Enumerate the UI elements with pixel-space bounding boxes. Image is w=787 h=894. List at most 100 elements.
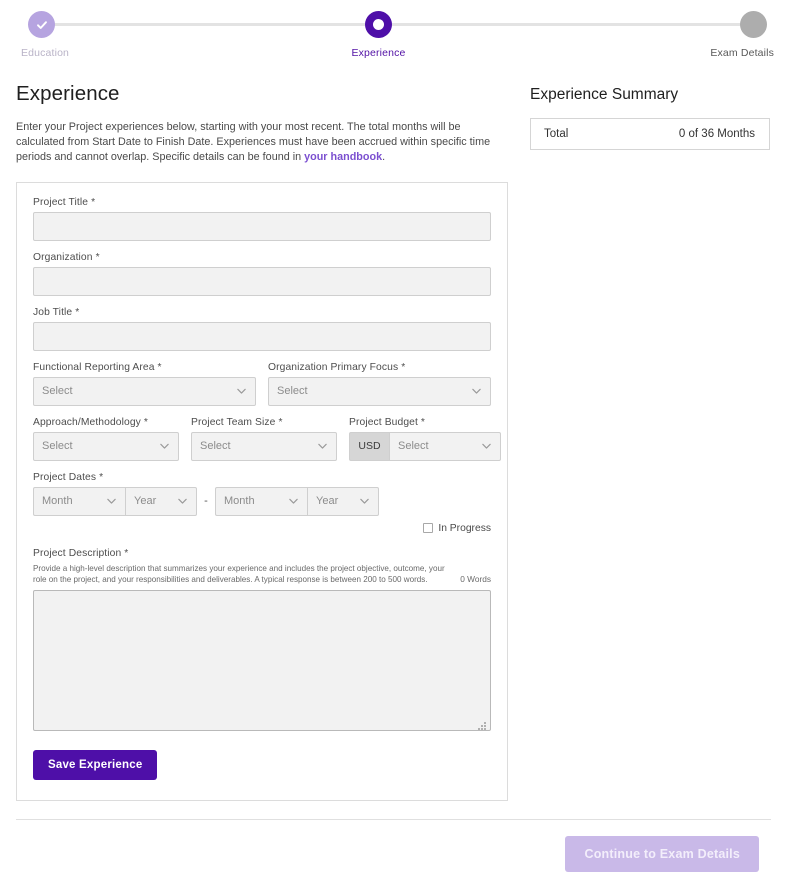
save-experience-button[interactable]: Save Experience xyxy=(33,750,157,780)
word-count: 0 Words xyxy=(460,574,491,585)
required-marker: * xyxy=(278,417,282,428)
label-job-title-text: Job Title xyxy=(33,307,72,318)
field-job-title: Job Title * xyxy=(33,307,491,351)
label-organization-primary-focus: Organization Primary Focus * xyxy=(268,362,491,373)
project-description-textarea-wrap xyxy=(33,590,491,731)
chevron-down-icon xyxy=(106,496,117,507)
currency-prefix-usd: USD xyxy=(349,432,389,461)
label-functional-reporting-area-text: Functional Reporting Area xyxy=(33,362,155,373)
intro-text-after-link: . xyxy=(382,151,385,163)
label-approach-methodology: Approach/Methodology * xyxy=(33,417,179,428)
required-marker: * xyxy=(75,307,79,318)
page-title: Experience xyxy=(16,82,508,106)
start-date-group: Month Year xyxy=(33,487,197,516)
project-description-textarea[interactable] xyxy=(33,590,491,731)
label-job-title: Job Title * xyxy=(33,307,491,318)
label-project-team-size: Project Team Size * xyxy=(191,417,337,428)
chevron-down-icon xyxy=(159,441,170,452)
required-marker: * xyxy=(158,362,162,373)
in-progress-label: In Progress xyxy=(438,523,491,534)
field-project-description: Project Description * Provide a high-lev… xyxy=(33,548,491,731)
label-functional-reporting-area: Functional Reporting Area * xyxy=(33,362,256,373)
page-intro-text: Enter your Project experiences below, st… xyxy=(16,120,508,166)
chevron-down-icon xyxy=(481,441,492,452)
step-exam-details[interactable]: Exam Details xyxy=(643,0,773,59)
job-title-input[interactable] xyxy=(33,322,491,351)
organization-input[interactable] xyxy=(33,267,491,296)
organization-primary-focus-value: Select xyxy=(277,385,308,397)
summary-total-label: Total xyxy=(544,128,568,140)
step-label-exam-details: Exam Details xyxy=(710,47,774,59)
row-reporting-focus: Functional Reporting Area * Select Organ… xyxy=(33,362,491,406)
resize-handle-icon[interactable] xyxy=(478,718,487,727)
label-project-title: Project Title * xyxy=(33,197,491,208)
chevron-down-icon xyxy=(317,441,328,452)
step-label-education: Education xyxy=(21,47,69,59)
label-organization-text: Organization xyxy=(33,252,93,263)
in-progress-checkbox[interactable] xyxy=(423,523,433,533)
project-dates-controls: Month Year - xyxy=(33,487,491,516)
current-step-dot-icon xyxy=(365,11,392,38)
summary-total-value: 0 of 36 Months xyxy=(679,128,755,140)
in-progress-row[interactable]: In Progress xyxy=(33,523,491,534)
field-approach-methodology: Approach/Methodology * Select xyxy=(33,417,179,461)
project-description-help-text: Provide a high-level description that su… xyxy=(33,564,445,584)
project-team-size-select[interactable]: Select xyxy=(191,432,337,461)
project-budget-group: USD Select xyxy=(349,432,501,461)
required-marker: * xyxy=(96,252,100,263)
functional-reporting-area-select[interactable]: Select xyxy=(33,377,256,406)
label-organization-primary-focus-text: Organization Primary Focus xyxy=(268,362,398,373)
label-project-dates-text: Project Dates xyxy=(33,472,96,483)
experience-summary-panel: Experience Summary Total 0 of 36 Months xyxy=(530,82,770,801)
start-month-select[interactable]: Month xyxy=(33,487,125,516)
project-description-help: Provide a high-level description that su… xyxy=(33,563,491,585)
field-organization: Organization * xyxy=(33,252,491,296)
page-footer: Continue to Exam Details xyxy=(0,819,787,894)
organization-primary-focus-select[interactable]: Select xyxy=(268,377,491,406)
row-approach-team-budget: Approach/Methodology * Select Project Te… xyxy=(33,417,491,461)
date-range-separator: - xyxy=(197,495,215,507)
step-education[interactable]: Education xyxy=(14,0,114,59)
required-marker: * xyxy=(91,197,95,208)
approach-methodology-select[interactable]: Select xyxy=(33,432,179,461)
pending-step-dot-icon xyxy=(740,11,767,38)
label-approach-methodology-text: Approach/Methodology xyxy=(33,417,141,428)
end-date-group: Month Year xyxy=(215,487,379,516)
required-marker: * xyxy=(421,417,425,428)
check-icon xyxy=(28,11,55,38)
label-project-budget-text: Project Budget xyxy=(349,417,418,428)
end-month-select[interactable]: Month xyxy=(215,487,307,516)
end-year-select[interactable]: Year xyxy=(307,487,379,516)
handbook-link[interactable]: your handbook xyxy=(304,151,382,163)
required-marker: * xyxy=(124,548,128,559)
project-budget-select[interactable]: Select xyxy=(389,432,501,461)
label-organization: Organization * xyxy=(33,252,491,263)
progress-stepper: Education Experience Exam Details xyxy=(0,0,787,64)
field-project-budget: Project Budget * USD Select xyxy=(349,417,501,461)
step-label-experience: Experience xyxy=(351,47,405,59)
label-project-description-text: Project Description xyxy=(33,548,121,559)
start-month-value: Month xyxy=(42,495,73,507)
project-team-size-value: Select xyxy=(200,440,231,452)
required-marker: * xyxy=(99,472,103,483)
label-project-description: Project Description * xyxy=(33,548,491,559)
field-project-title: Project Title * xyxy=(33,197,491,241)
continue-to-exam-details-button[interactable]: Continue to Exam Details xyxy=(565,836,759,872)
chevron-down-icon xyxy=(471,386,482,397)
field-functional-reporting-area: Functional Reporting Area * Select xyxy=(33,362,256,406)
summary-title: Experience Summary xyxy=(530,86,770,104)
required-marker: * xyxy=(144,417,148,428)
start-year-select[interactable]: Year xyxy=(125,487,197,516)
label-project-budget: Project Budget * xyxy=(349,417,501,428)
field-organization-primary-focus: Organization Primary Focus * Select xyxy=(268,362,491,406)
chevron-down-icon xyxy=(288,496,299,507)
end-month-value: Month xyxy=(224,495,255,507)
experience-form-card: Project Title * Organization * Job Title… xyxy=(16,182,508,801)
label-project-dates: Project Dates * xyxy=(33,472,491,483)
step-experience[interactable]: Experience xyxy=(319,0,439,59)
label-project-team-size-text: Project Team Size xyxy=(191,417,276,428)
field-project-team-size: Project Team Size * Select xyxy=(191,417,337,461)
label-project-title-text: Project Title xyxy=(33,197,88,208)
project-title-input[interactable] xyxy=(33,212,491,241)
required-marker: * xyxy=(401,362,405,373)
